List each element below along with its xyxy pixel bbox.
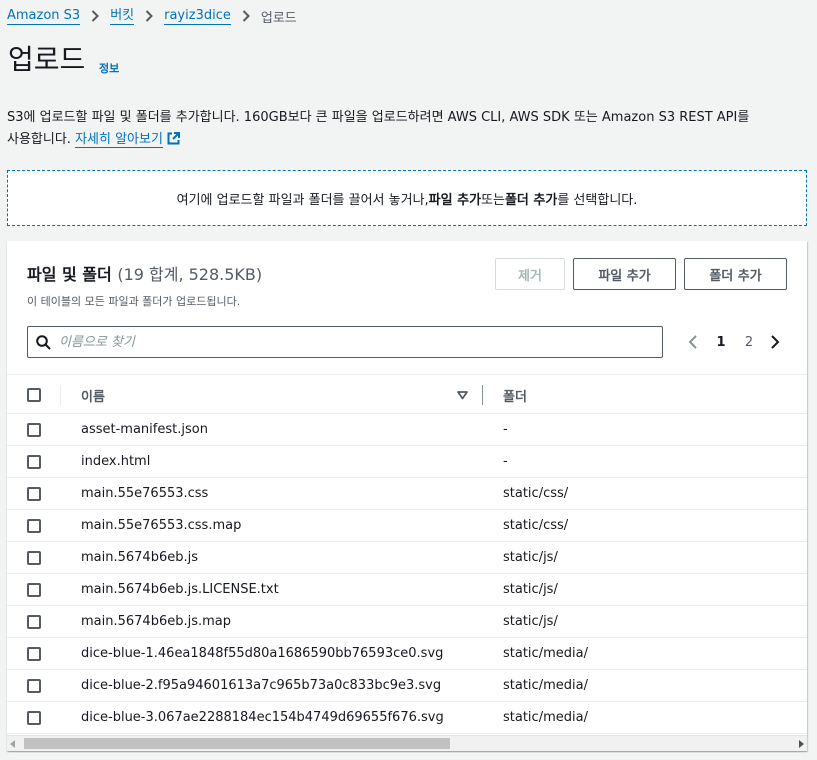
file-name: main.5674b6eb.js.LICENSE.txt	[81, 582, 279, 597]
description-line1: S3에 업로드할 파일 및 폴더를 추가합니다. 160GB보다 큰 파일을 업…	[7, 110, 750, 125]
horizontal-scrollbar[interactable]	[7, 735, 807, 751]
column-resize-handle[interactable]	[482, 385, 483, 405]
page-number-2[interactable]: 2	[735, 335, 763, 350]
page-description: S3에 업로드할 파일 및 폴더를 추가합니다. 160GB보다 큰 파일을 업…	[7, 107, 812, 153]
file-folder: -	[503, 454, 508, 469]
dropzone-text-post: 를 선택합니다.	[557, 192, 638, 208]
table-row[interactable]: dice-blue-3.067ae2288184ec154b4749d69655…	[7, 702, 807, 734]
file-name: main.5674b6eb.js.map	[81, 614, 232, 629]
breadcrumb-current: 업로드	[260, 10, 297, 26]
row-checkbox[interactable]	[27, 455, 41, 469]
row-checkbox[interactable]	[27, 487, 41, 501]
file-name: dice-blue-1.46ea1848f55d80a1686590bb7659…	[81, 646, 444, 661]
file-name: dice-blue-2.f95a94601613a7c965b73a0c833b…	[81, 678, 442, 693]
file-name: main.55e76553.css.map	[81, 518, 242, 533]
page-number-1[interactable]: 1	[707, 335, 735, 350]
row-checkbox[interactable]	[27, 551, 41, 565]
file-folder: static/js/	[503, 582, 558, 597]
pagination: 1 2	[685, 331, 783, 353]
search-box	[27, 326, 663, 358]
panel-title-label: 파일 및 폴더	[27, 265, 112, 284]
add-files-button[interactable]: 파일 추가	[573, 258, 676, 290]
dropzone-add-folder: 폴더 추가	[504, 192, 558, 208]
chevron-right-icon	[242, 10, 250, 22]
drop-zone[interactable]: 여기에 업로드할 파일과 폴더를 끌어서 놓거나, 파일 추가 또는 폴더 추가…	[7, 170, 807, 226]
table-row[interactable]: dice-blue-1.46ea1848f55d80a1686590bb7659…	[7, 638, 807, 670]
scrollbar-thumb[interactable]	[24, 738, 450, 749]
row-checkbox[interactable]	[27, 583, 41, 597]
external-link-icon	[167, 131, 180, 153]
table-row[interactable]: main.5674b6eb.js.LICENSE.txt static/js/	[7, 574, 807, 606]
table-header: 이름 폴더	[7, 374, 807, 414]
row-checkbox[interactable]	[27, 711, 41, 725]
file-folder: static/js/	[503, 550, 558, 565]
file-name: main.55e76553.css	[81, 486, 209, 501]
add-folder-button[interactable]: 폴더 추가	[684, 258, 787, 290]
select-all-checkbox[interactable]	[27, 388, 41, 402]
row-checkbox[interactable]	[27, 615, 41, 629]
breadcrumb-bucket-name[interactable]: rayiz3dice	[164, 8, 231, 25]
file-name: dice-blue-3.067ae2288184ec154b4749d69655…	[81, 710, 444, 725]
column-header-folder[interactable]: 폴더	[503, 386, 527, 405]
search-input[interactable]	[59, 330, 639, 354]
table-row[interactable]: index.html -	[7, 446, 807, 478]
column-divider	[60, 385, 61, 405]
row-checkbox[interactable]	[27, 647, 41, 661]
chevron-left-icon[interactable]	[685, 334, 701, 350]
table-row[interactable]: main.55e76553.css static/css/	[7, 478, 807, 510]
chevron-right-icon	[91, 10, 100, 22]
table-row[interactable]: dice-blue-2.f95a94601613a7c965b73a0c833b…	[7, 670, 807, 702]
breadcrumb: Amazon S3 버킷 rayiz3dice 업로드	[7, 6, 297, 26]
files-and-folders-panel: 파일 및 폴더 (19 합계, 528.5KB) 이 테이블의 모든 파일과 폴…	[7, 241, 807, 751]
table-row[interactable]: main.55e76553.css.map static/css/	[7, 510, 807, 542]
scroll-right-arrow-icon[interactable]	[799, 740, 804, 748]
column-header-name[interactable]: 이름	[81, 386, 105, 405]
learn-more-link[interactable]: 자세히 알아보기	[75, 132, 180, 148]
scroll-left-arrow-icon[interactable]	[10, 740, 15, 748]
file-name: index.html	[81, 454, 151, 469]
row-checkbox[interactable]	[27, 679, 41, 693]
files-table: 이름 폴더 asset-manifest.json - index.html - m…	[7, 374, 807, 734]
file-folder: static/js/	[503, 614, 558, 629]
file-folder: static/media/	[503, 678, 588, 693]
dropzone-add-files: 파일 추가	[428, 192, 482, 208]
panel-subtitle: 이 테이블의 모든 파일과 폴더가 업로드됩니다.	[27, 295, 241, 308]
row-checkbox[interactable]	[27, 423, 41, 437]
row-checkbox[interactable]	[27, 519, 41, 533]
table-row[interactable]: main.5674b6eb.js static/js/	[7, 542, 807, 574]
chevron-right-icon[interactable]	[767, 334, 783, 350]
chevron-right-icon	[145, 10, 154, 22]
breadcrumb-amazon-s3[interactable]: Amazon S3	[7, 8, 81, 25]
breadcrumb-buckets[interactable]: 버킷	[110, 8, 135, 25]
panel-title: 파일 및 폴더 (19 합계, 528.5KB)	[27, 261, 262, 285]
search-icon	[36, 334, 51, 350]
description-line2: 사용합니다.	[7, 132, 71, 147]
remove-button[interactable]: 제거	[495, 258, 565, 290]
sort-caret-down-icon[interactable]	[457, 389, 468, 404]
file-folder: static/css/	[503, 486, 569, 501]
file-folder: -	[503, 422, 508, 437]
file-folder: static/media/	[503, 710, 588, 725]
file-name: main.5674b6eb.js	[81, 550, 198, 565]
page-title: 업로드	[8, 43, 86, 76]
info-link[interactable]: 정보	[99, 60, 119, 76]
dropzone-text-mid: 또는	[481, 192, 505, 208]
file-folder: static/css/	[503, 518, 569, 533]
table-row[interactable]: main.5674b6eb.js.map static/js/	[7, 606, 807, 638]
dropzone-text-pre: 여기에 업로드할 파일과 폴더를 끌어서 놓거나,	[176, 192, 429, 208]
table-row[interactable]: asset-manifest.json -	[7, 414, 807, 446]
file-name: asset-manifest.json	[81, 422, 208, 437]
learn-more-label: 자세히 알아보기	[75, 132, 163, 148]
panel-count: (19 합계, 528.5KB)	[117, 265, 263, 284]
file-folder: static/media/	[503, 646, 588, 661]
